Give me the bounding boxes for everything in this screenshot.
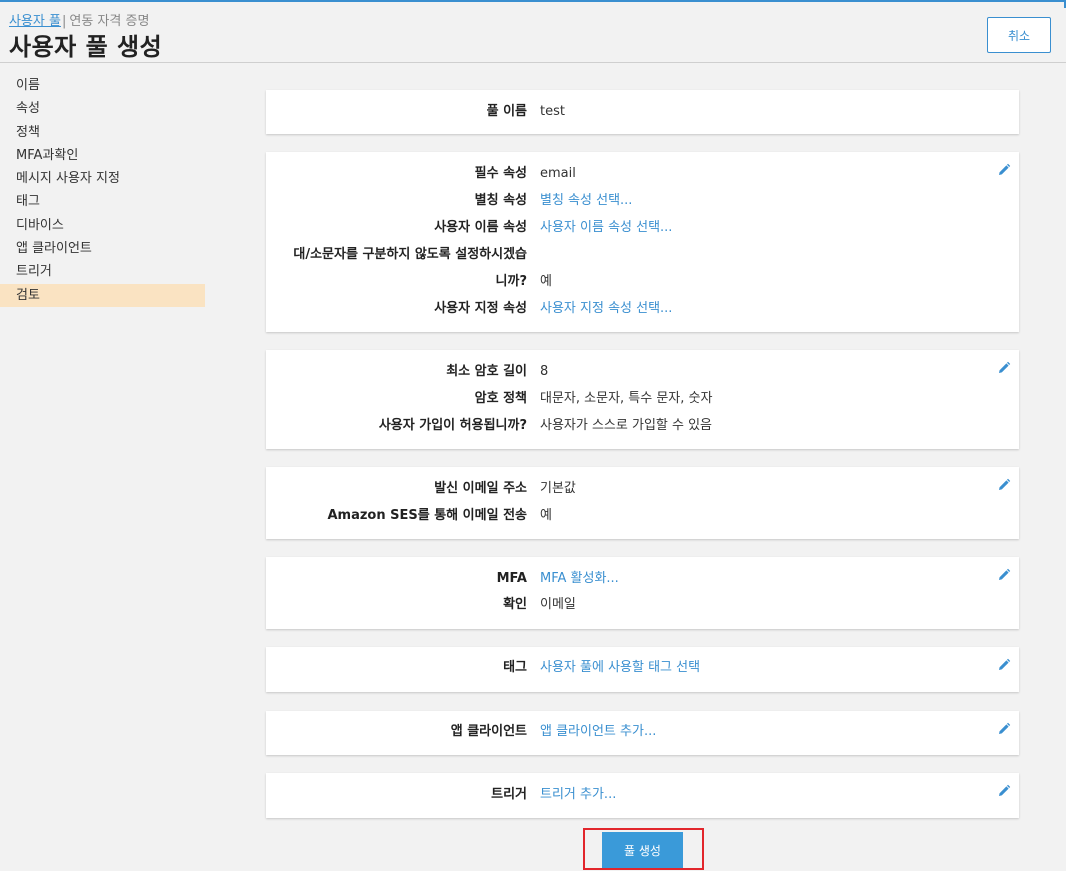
app-clients-label: 앱 클라이언트 [450, 724, 527, 739]
review-panel-triggers: 트리거 트리거 추가... [266, 773, 1019, 818]
sidebar-item-mfa[interactable]: MFA과확인 [0, 144, 205, 167]
required-attributes-label: 필수 속성 [474, 166, 527, 181]
page-header: 사용자 풀| 연동 자격 증명 사용자 풀 생성 취소 [0, 0, 1066, 63]
review-panel-name: 풀 이름 test [266, 90, 1019, 134]
review-row-verification: 확인 이메일 [266, 595, 1019, 615]
sidebar-item-name[interactable]: 이름 [0, 74, 205, 97]
triggers-label: 트리거 [491, 787, 527, 802]
review-row-password-policy: 암호 정책 대문자, 소문자, 특수 문자, 숫자 [266, 389, 1019, 409]
pool-name-label: 풀 이름 [486, 104, 527, 119]
review-row-tags: 태그 사용자 풀에 사용할 태그 선택 [266, 658, 1019, 678]
ses-label: Amazon SES를 통해 이메일 전송 [327, 508, 527, 523]
review-panel-app-clients: 앱 클라이언트 앱 클라이언트 추가... [266, 711, 1019, 755]
sidebar-item-review[interactable]: 검토 [0, 283, 205, 307]
review-panel-attributes: 필수 속성 email 별칭 속성 별칭 속성 선택... 사용자 이름 속성 … [266, 152, 1019, 332]
wizard-step-nav: 이름 속성 정책 MFA과확인 메시지 사용자 지정 태그 디바이스 앱 클라이… [0, 74, 205, 307]
min-password-length-value: 8 [540, 364, 549, 379]
tags-select-link[interactable]: 사용자 풀에 사용할 태그 선택 [540, 658, 700, 678]
create-pool-button[interactable]: 풀 생성 [602, 832, 683, 868]
tags-label: 태그 [503, 660, 527, 675]
sidebar-item-messages[interactable]: 메시지 사용자 지정 [0, 167, 205, 190]
review-panel-tags: 태그 사용자 풀에 사용할 태그 선택 [266, 647, 1019, 692]
review-row-required-attributes: 필수 속성 email [266, 164, 1019, 184]
custom-attributes-label: 사용자 지정 속성 [434, 301, 527, 316]
sidebar-item-policies[interactable]: 정책 [0, 121, 205, 144]
review-row-case-insensitive-line1: 대/소문자를 구분하지 않도록 설정하시겠습 [266, 245, 1019, 265]
cancel-button[interactable]: 취소 [987, 17, 1051, 53]
review-row-pool-name: 풀 이름 test [266, 102, 1019, 122]
sidebar-item-attributes[interactable]: 속성 [0, 97, 205, 120]
verification-label: 확인 [503, 597, 527, 612]
custom-attributes-link[interactable]: 사용자 지정 속성 선택... [540, 299, 672, 319]
review-row-from-email: 발신 이메일 주소 기본값 [266, 479, 1019, 499]
alias-attributes-label: 별칭 속성 [474, 193, 527, 208]
triggers-add-link[interactable]: 트리거 추가... [540, 785, 616, 805]
review-row-custom-attributes: 사용자 지정 속성 사용자 지정 속성 선택... [266, 299, 1019, 319]
review-row-alias-attributes: 별칭 속성 별칭 속성 선택... [266, 191, 1019, 211]
review-row-mfa: MFA MFA 활성화... [266, 569, 1019, 589]
review-row-app-clients: 앱 클라이언트 앱 클라이언트 추가... [266, 722, 1019, 742]
case-insensitive-label-line1: 대/소문자를 구분하지 않도록 설정하시겠습 [293, 247, 527, 262]
review-panel-policies: 최소 암호 길이 8 암호 정책 대문자, 소문자, 특수 문자, 숫자 사용자… [266, 350, 1019, 449]
app-clients-add-link[interactable]: 앱 클라이언트 추가... [540, 722, 656, 742]
page-title: 사용자 풀 생성 [9, 33, 163, 61]
from-email-value: 기본값 [540, 481, 576, 496]
mfa-enable-link[interactable]: MFA 활성화... [540, 569, 619, 589]
sidebar-item-triggers[interactable]: 트리거 [0, 260, 205, 283]
case-insensitive-value: 예 [540, 274, 552, 289]
verification-value: 이메일 [540, 597, 576, 612]
review-panel-mfa: MFA MFA 활성화... 확인 이메일 [266, 557, 1019, 629]
review-row-triggers: 트리거 트리거 추가... [266, 785, 1019, 805]
review-panel-messages: 발신 이메일 주소 기본값 Amazon SES를 통해 이메일 전송 예 [266, 467, 1019, 539]
alias-attributes-link[interactable]: 별칭 속성 선택... [540, 191, 632, 211]
signup-allowed-label: 사용자 가입이 허용됩니까? [378, 418, 527, 433]
username-attributes-label: 사용자 이름 속성 [434, 220, 527, 235]
review-row-case-insensitive: 니까? 예 [266, 272, 1019, 292]
password-policy-value: 대문자, 소문자, 특수 문자, 숫자 [540, 391, 713, 406]
required-attributes-value: email [540, 166, 576, 181]
signup-allowed-value: 사용자가 스스로 가입할 수 있음 [540, 418, 713, 433]
mfa-label: MFA [496, 571, 527, 586]
password-policy-label: 암호 정책 [474, 391, 527, 406]
review-row-username-attributes: 사용자 이름 속성 사용자 이름 속성 선택... [266, 218, 1019, 238]
review-row-signup-allowed: 사용자 가입이 허용됩니까? 사용자가 스스로 가입할 수 있음 [266, 416, 1019, 436]
sidebar-item-tags[interactable]: 태그 [0, 190, 205, 213]
from-email-label: 발신 이메일 주소 [434, 481, 527, 496]
case-insensitive-label-line2: 니까? [495, 274, 527, 289]
username-attributes-link[interactable]: 사용자 이름 속성 선택... [540, 218, 672, 238]
review-row-min-password-length: 최소 암호 길이 8 [266, 362, 1019, 382]
sidebar-item-app-clients[interactable]: 앱 클라이언트 [0, 237, 205, 260]
min-password-length-label: 최소 암호 길이 [446, 364, 527, 379]
ses-value: 예 [540, 508, 552, 523]
review-row-ses: Amazon SES를 통해 이메일 전송 예 [266, 506, 1019, 526]
pool-name-value: test [540, 104, 565, 119]
sidebar-item-devices[interactable]: 디바이스 [0, 214, 205, 237]
